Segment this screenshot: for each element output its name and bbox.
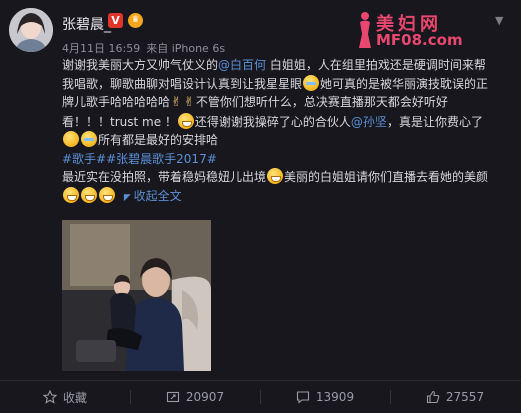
author-name[interactable]: 张碧晨_ [62, 14, 111, 34]
text-segment: 所有都是最好的安排哈 [98, 133, 219, 147]
weibo-post-card: 张碧晨_ V ♛ 4月11日 16:59 来自 iPhone 6s ▼ 美妇网 M… [0, 0, 521, 413]
text-segment: 还得谢谢我操碎了心的合伙人 [194, 114, 351, 129]
grin-emoji-icon [81, 186, 97, 203]
text-segment: 最近实在没拍照，带着稳妈稳妞儿出境 [62, 170, 267, 184]
text-segment: 看！！！trust me ！ [62, 114, 177, 129]
text-segment: 牌儿歌手哈哈哈哈哈 [62, 95, 171, 109]
comment-icon [296, 391, 309, 404]
victory-hand-icon: ✌ [171, 95, 182, 110]
favorite-button[interactable]: 收藏 [0, 381, 130, 413]
mention-link[interactable]: @孙坚 [351, 115, 387, 129]
repost-count: 20907 [185, 390, 225, 404]
repost-button[interactable]: 20907 [130, 381, 260, 413]
grin-emoji-icon [177, 112, 194, 129]
text-segment: 美丽的白姐姐请你们直播去看她的美颜 [284, 170, 489, 184]
star-icon [42, 390, 57, 404]
action-bar: 收藏 20907 13909 27557 [0, 380, 521, 413]
grin-emoji-icon [99, 186, 115, 203]
repost-icon [166, 391, 179, 403]
woman-silhouette-icon [359, 12, 371, 48]
grin-emoji-icon [63, 186, 79, 203]
text-segment: ，真是让你费心了 [386, 114, 483, 129]
topic-link[interactable]: #歌手##张碧晨歌手2017# [62, 152, 217, 166]
mention-link[interactable]: @白百何 [218, 58, 266, 72]
like-button[interactable]: 27557 [390, 381, 520, 413]
comment-count: 13909 [315, 390, 355, 404]
post-text: 谢谢我美丽大方又帅气仗义的@白百何 白姐姐，人在组里拍戏还是硬调时间来帮 我唱歌… [62, 56, 514, 207]
text-segment: 白姐姐，人在组里拍戏还是硬调时间来帮 [266, 58, 486, 72]
collapse-icon: ◤ [123, 192, 134, 203]
avatar[interactable] [9, 8, 53, 52]
grin-emoji-icon [267, 168, 284, 184]
watermark-logo: 美妇网 MF08.com [356, 10, 506, 50]
post-photo[interactable] [62, 220, 211, 371]
collapse-label: 收起全文 [133, 188, 182, 203]
text-segment: 谢谢我美丽大方又帅气仗义的 [62, 58, 219, 72]
comment-button[interactable]: 13909 [260, 381, 390, 413]
like-count: 27557 [445, 390, 485, 404]
verified-badge-icon: V [108, 13, 123, 28]
post-meta: 4月11日 16:59 来自 iPhone 6s [62, 40, 231, 56]
thumbs-up-icon [426, 390, 440, 404]
crying-emoji-icon [303, 74, 320, 91]
post-source: 来自 iPhone 6s [146, 42, 226, 55]
favorite-label: 收藏 [62, 390, 87, 405]
collapse-link[interactable]: ◤ 收起全文 [124, 189, 182, 203]
post-date[interactable]: 4月11日 16:59 [62, 42, 140, 55]
text-segment: 她可真的是被华丽演技耽误的正 [320, 76, 489, 91]
crown-badge-icon: ♛ [128, 13, 143, 28]
crying-emoji-icon [81, 131, 97, 147]
victory-hand-icon: ✌ [183, 95, 195, 110]
text-segment: 不管你们想听什么，总决赛直播那天都会好听好 [195, 95, 448, 109]
watermark-en: MF08.com [376, 31, 463, 49]
text-segment: 我唱歌，聊歌曲聊对唱设计认真到让我星星眼 [62, 76, 303, 91]
sweat-emoji-icon [63, 131, 79, 147]
